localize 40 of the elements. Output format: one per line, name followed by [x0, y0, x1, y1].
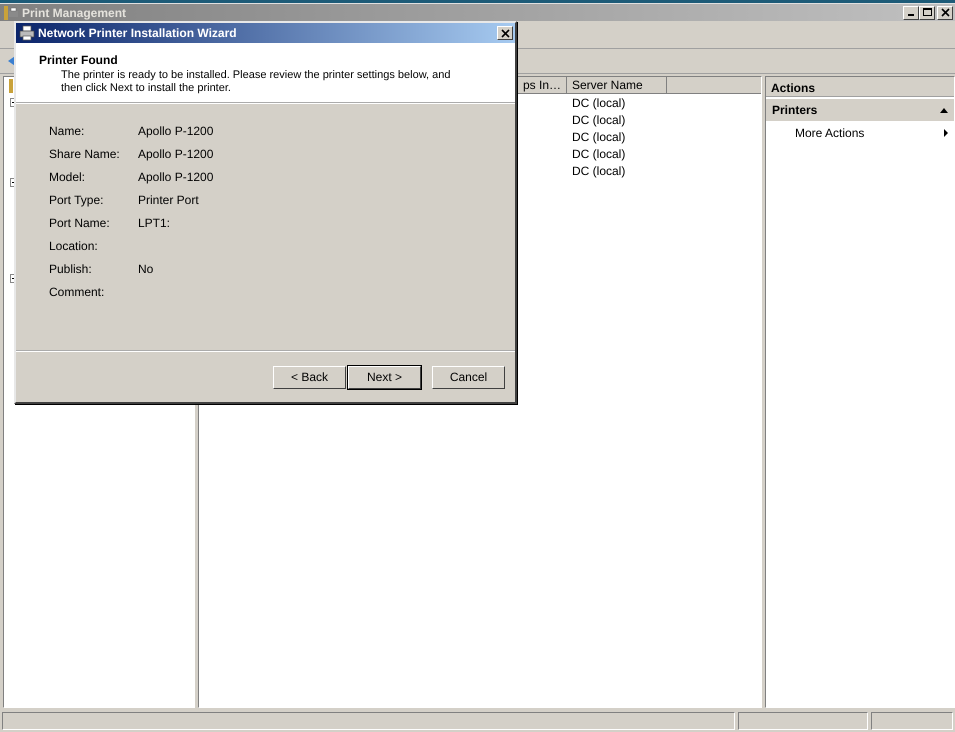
column-header[interactable]: Server Name	[567, 77, 667, 94]
field-label: Location:	[49, 239, 99, 255]
field-value: Apollo P-1200	[138, 147, 214, 163]
close-button[interactable]	[497, 26, 513, 40]
table-cell: DC (local)	[572, 112, 626, 126]
table-cell: DC (local)	[572, 96, 626, 110]
submenu-arrow-icon	[944, 129, 948, 137]
field-value: No	[138, 262, 154, 278]
actions-header: Actions	[766, 77, 954, 97]
field-value: Printer Port	[138, 193, 199, 209]
field-label: Port Name:	[49, 216, 111, 232]
close-button[interactable]	[937, 6, 953, 20]
collapse-icon	[940, 108, 948, 112]
field-label: Model:	[49, 170, 86, 186]
field-label: Name:	[49, 124, 86, 140]
table-cell: DC (local)	[572, 146, 626, 160]
window-title: Print Management	[22, 6, 126, 20]
table-cell: DC (local)	[572, 130, 626, 144]
dialog-title: Network Printer Installation Wizard	[38, 26, 237, 40]
table-cell: DC (local)	[572, 164, 626, 178]
field-label: Port Type:	[49, 193, 104, 209]
field-value: Apollo P-1200	[138, 124, 214, 140]
page-heading: Printer Found	[39, 53, 119, 67]
page-description: The printer is ready to be installed. Please review the printer settings below, and then click Next to install the printer.	[60, 69, 452, 95]
field-label: Share Name:	[49, 147, 121, 163]
wizard-button[interactable]: < Back	[273, 366, 346, 388]
wizard-button[interactable]: Cancel	[432, 366, 505, 388]
action-item[interactable]: More Actions	[766, 121, 954, 144]
close-icon	[940, 8, 950, 17]
wizard-button[interactable]: Next >	[348, 366, 421, 388]
minimize-button[interactable]	[903, 6, 919, 20]
close-icon	[500, 28, 510, 38]
field-label: Comment:	[49, 285, 106, 301]
section-title: Printers	[772, 103, 818, 117]
field-label: Publish:	[49, 262, 93, 278]
field-value: Apollo P-1200	[138, 170, 214, 186]
section-header[interactable]: Printers	[766, 99, 954, 121]
maximize-icon	[922, 8, 932, 17]
field-value: LPT1:	[138, 216, 170, 232]
maximize-button[interactable]	[919, 6, 935, 20]
